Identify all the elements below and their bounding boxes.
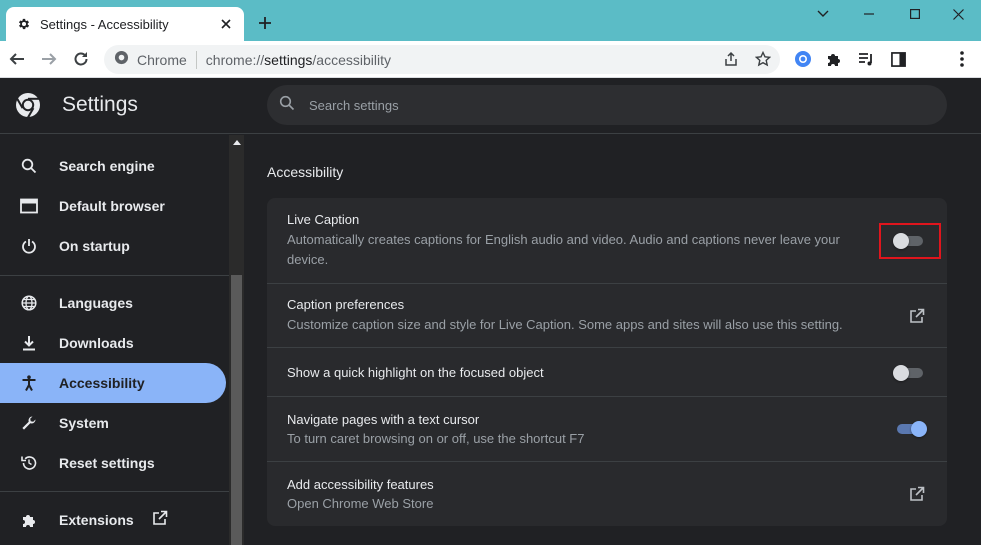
chrome-site-icon: [114, 50, 129, 70]
search-input[interactable]: Search settings: [267, 85, 947, 125]
row-description: Customize caption size and style for Liv…: [287, 317, 843, 332]
row-description: Open Chrome Web Store: [287, 496, 434, 511]
maximize-icon[interactable]: [892, 0, 938, 28]
sidebar-item-reset-settings[interactable]: Reset settings: [0, 443, 226, 483]
sidebar-scrollbar[interactable]: [229, 135, 244, 545]
sidebar-item-label: Languages: [59, 295, 133, 311]
browser-toolbar: Chrome chrome://settings/accessibility: [0, 41, 981, 78]
bookmark-star-icon[interactable]: [751, 47, 775, 71]
chrome-logo-icon: [15, 92, 41, 119]
sidebar-item-languages[interactable]: Languages: [0, 283, 226, 323]
site-chip: Chrome: [137, 51, 187, 68]
list-item-focus-highlight: Show a quick highlight on the focused ob…: [267, 348, 947, 397]
row-description: To turn caret browsing on or off, use th…: [287, 431, 585, 446]
tab-search-icon[interactable]: [800, 0, 846, 28]
row-title: Caption preferences: [287, 297, 405, 312]
sidebar-item-on-startup[interactable]: On startup: [0, 226, 226, 266]
caret-browsing-toggle[interactable]: [895, 421, 927, 437]
sidebar-item-label: Search engine: [59, 158, 155, 174]
address-bar[interactable]: Chrome chrome://settings/accessibility: [104, 45, 780, 74]
sidebar-divider: [0, 275, 229, 276]
accessibility-card: Live Caption Automatically creates capti…: [267, 198, 947, 526]
settings-sidebar: Search engine Default browser On startup…: [0, 135, 229, 545]
sidebar-item-label: Downloads: [59, 335, 134, 351]
back-arrow-icon[interactable]: [5, 47, 29, 71]
row-description: Automatically creates captions for Engli…: [287, 232, 840, 267]
open-in-new-icon[interactable]: [907, 306, 927, 326]
sidebar-item-extensions[interactable]: Extensions: [0, 500, 226, 540]
scroll-thumb[interactable]: [231, 275, 242, 545]
reading-list-icon[interactable]: [854, 47, 878, 71]
sidebar-item-default-browser[interactable]: Default browser: [0, 186, 226, 226]
wrench-icon: [19, 413, 39, 433]
tab-title: Settings - Accessibility: [40, 16, 169, 32]
search-icon: [279, 95, 295, 116]
section-title: Accessibility: [267, 164, 344, 180]
list-item-add-accessibility-features[interactable]: Add accessibility features Open Chrome W…: [267, 462, 947, 526]
globe-icon: [19, 293, 39, 313]
minimize-icon[interactable]: [846, 0, 892, 28]
accessibility-icon: [19, 373, 39, 393]
sidebar-item-label: Reset settings: [59, 455, 155, 471]
row-title: Live Caption: [287, 212, 360, 227]
sidebar-item-label: On startup: [59, 238, 130, 254]
highlight-annotation-box: [879, 223, 941, 259]
settings-header: Settings Search settings: [0, 78, 981, 134]
sidebar-item-label: System: [59, 415, 109, 431]
download-icon: [19, 333, 39, 353]
forward-arrow-icon[interactable]: [37, 47, 61, 71]
extension-icon[interactable]: [791, 47, 815, 71]
sidebar-item-label: Accessibility: [59, 375, 145, 391]
sidebar-item-accessibility[interactable]: Accessibility: [0, 363, 226, 403]
browser-icon: [19, 196, 39, 216]
puzzle-icon[interactable]: [822, 47, 846, 71]
sidebar-item-downloads[interactable]: Downloads: [0, 323, 226, 363]
list-item-caption-preferences[interactable]: Caption preferences Customize caption si…: [267, 284, 947, 348]
focus-highlight-toggle[interactable]: [893, 365, 925, 381]
close-icon[interactable]: [218, 16, 234, 32]
sidebar-item-label: Default browser: [59, 198, 165, 214]
search-icon: [19, 156, 39, 176]
sidebar-item-system[interactable]: System: [0, 403, 226, 443]
row-title: Navigate pages with a text cursor: [287, 412, 480, 427]
puzzle-icon: [19, 510, 39, 530]
power-icon: [19, 236, 39, 256]
open-in-new-icon: [152, 510, 168, 531]
side-panel-icon[interactable]: [886, 47, 910, 71]
tab-settings[interactable]: Settings - Accessibility: [6, 7, 244, 41]
search-placeholder: Search settings: [309, 97, 399, 113]
open-in-new-icon[interactable]: [907, 484, 927, 504]
sidebar-item-label: Extensions: [59, 512, 134, 528]
sidebar-item-search-engine[interactable]: Search engine: [0, 146, 226, 186]
more-menu-icon[interactable]: [950, 47, 974, 71]
row-title: Show a quick highlight on the focused ob…: [287, 365, 544, 380]
gear-icon: [16, 16, 32, 32]
title-bar: Settings - Accessibility: [0, 0, 981, 41]
page-title: Settings: [62, 93, 138, 116]
new-tab-button[interactable]: [254, 12, 276, 34]
url-text: chrome://settings/accessibility: [205, 51, 391, 68]
list-item-caret-browsing: Navigate pages with a text cursor To tur…: [267, 397, 947, 462]
share-icon[interactable]: [719, 47, 743, 71]
close-window-icon[interactable]: [935, 0, 981, 28]
omnibox-separator: [195, 50, 197, 69]
scroll-up-arrow-icon[interactable]: [229, 135, 244, 150]
list-item-live-caption: Live Caption Automatically creates capti…: [267, 198, 947, 284]
reset-icon: [19, 453, 39, 473]
reload-icon[interactable]: [69, 47, 93, 71]
sidebar-divider: [0, 491, 229, 492]
row-title: Add accessibility features: [287, 477, 434, 492]
